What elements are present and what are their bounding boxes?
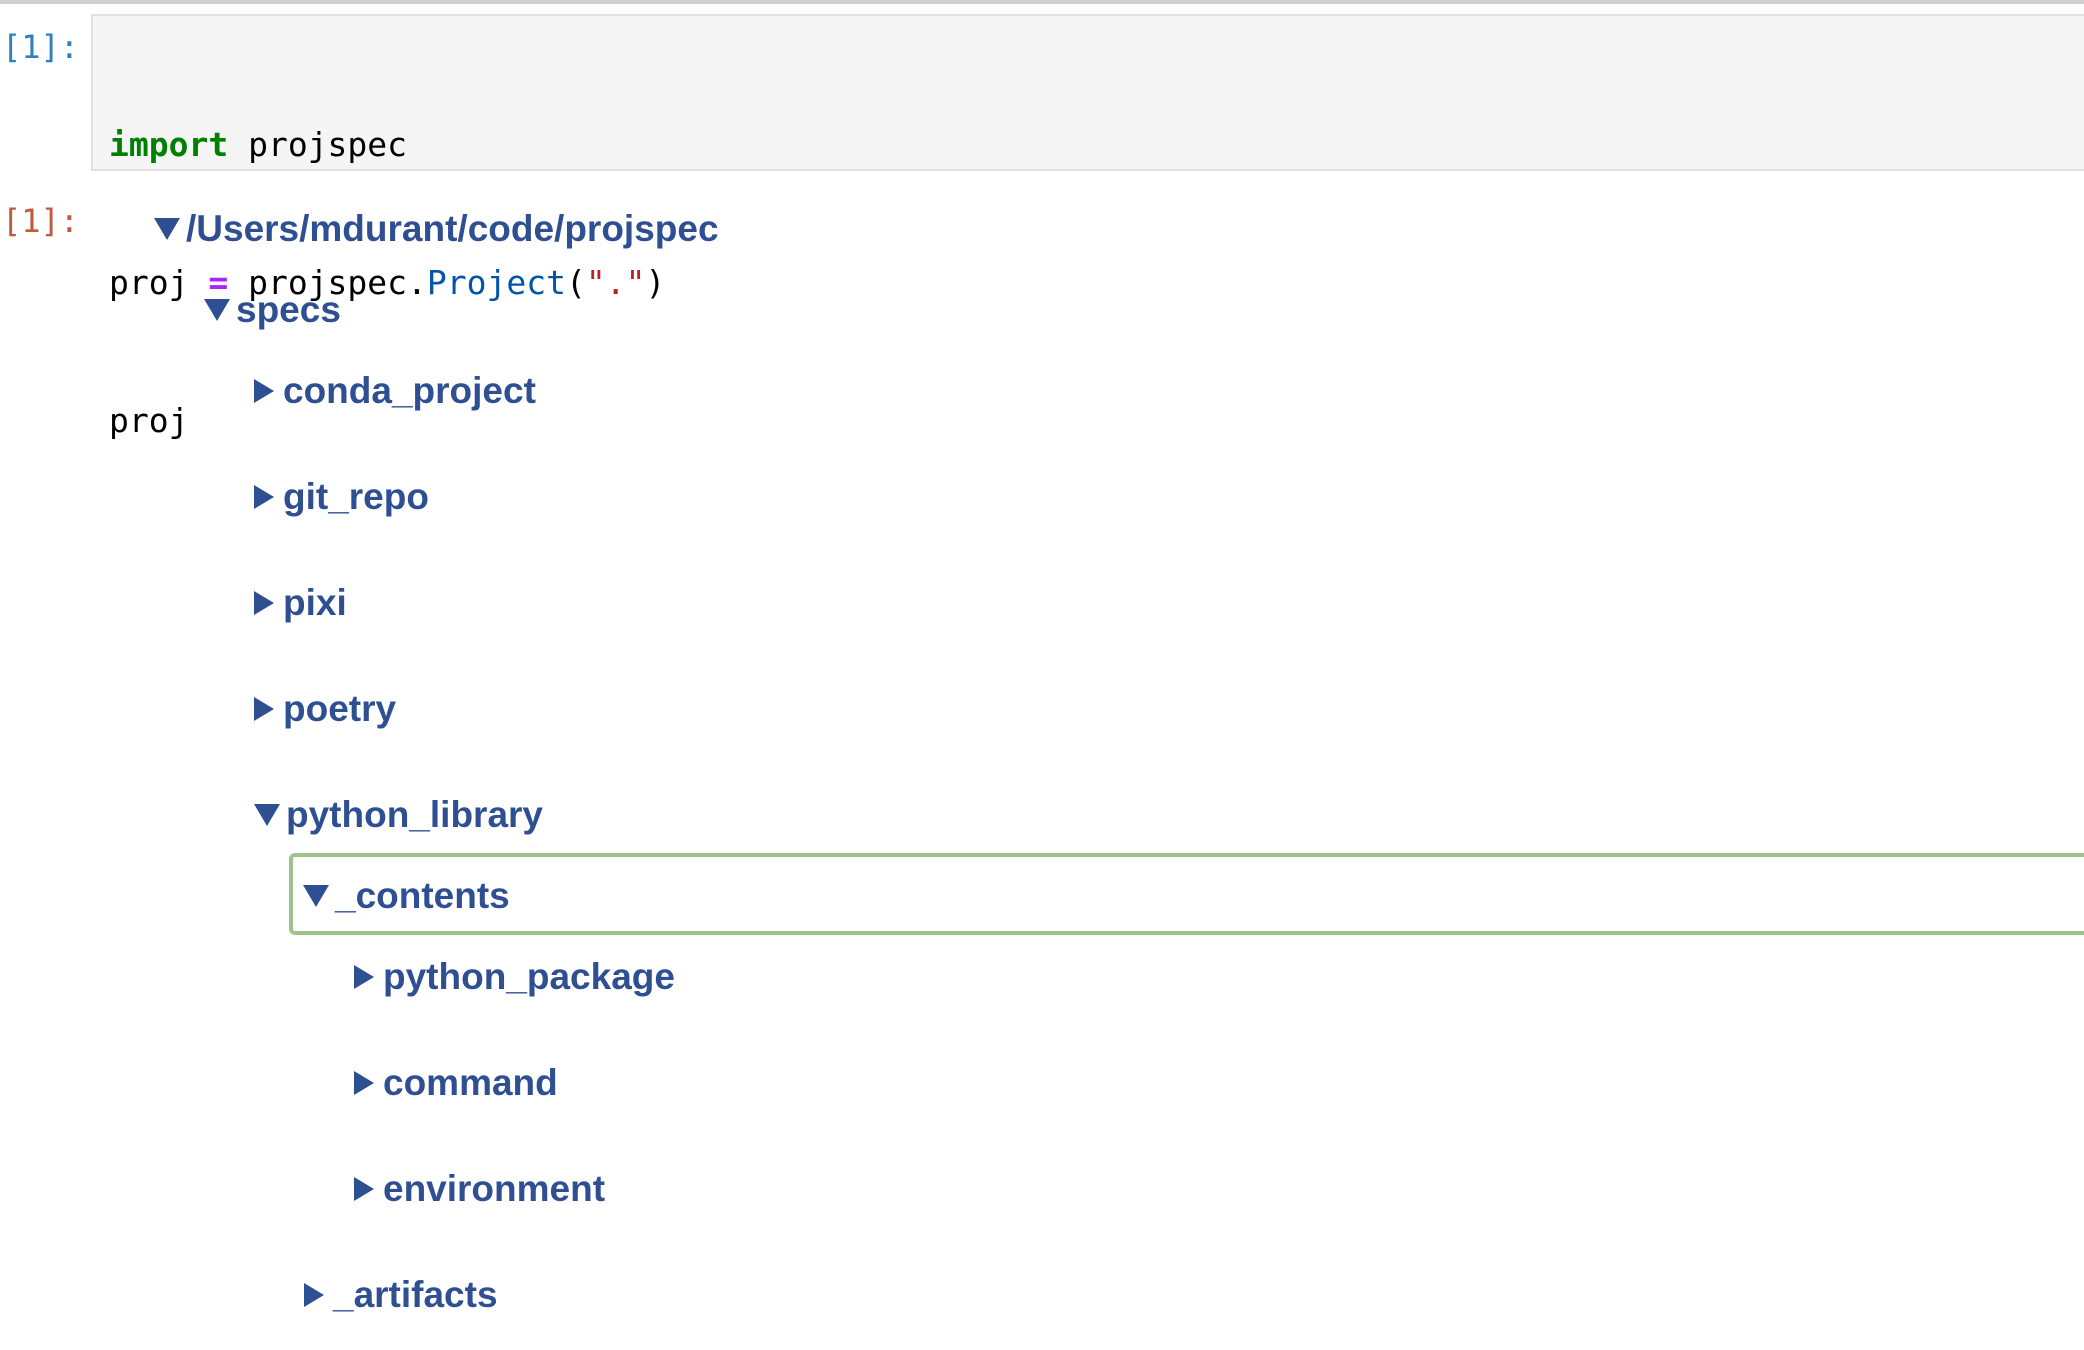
class-name: Project [426,263,566,302]
tree-node-pixi[interactable]: pixi [251,573,347,633]
module-name: projspec [228,125,408,164]
output-prompt: [1]: [2,202,80,240]
code-editor[interactable]: import projspec proj = projspec.Project(… [109,30,665,536]
caret-right-icon [254,591,274,615]
notebook-top-border [0,0,2084,4]
tree-node-git-repo[interactable]: git_repo [251,467,429,527]
caret-right-icon [354,1071,374,1095]
focused-node-outline [289,853,2084,935]
tree-node-poetry[interactable]: poetry [251,679,396,739]
code-line-1: import projspec [109,122,665,168]
caret-right-icon [254,697,274,721]
tree-node-label: environment [383,1168,606,1209]
input-prompt: [1]: [2,28,80,66]
tree-node-label: conda_project [283,370,536,411]
tree-node-contents[interactable]: _contents [303,866,510,926]
tree-node-python-library[interactable]: python_library [254,785,543,845]
code-cell[interactable]: import projspec proj = projspec.Project(… [91,14,2084,440]
keyword-import: import [109,125,229,164]
caret-down-icon [154,218,180,240]
caret-right-icon [354,1177,374,1201]
tree-node-specs[interactable]: specs [204,280,341,340]
variable-name: proj [109,263,209,302]
tree-node-conda-project[interactable]: conda_project [251,361,536,421]
caret-right-icon [254,379,274,403]
tree-node-command[interactable]: command [351,1053,558,1113]
tree-node-label: _contents [335,875,510,916]
tree-node-label: git_repo [283,476,429,517]
string-literal: "." [585,263,646,302]
paren-open: ( [565,263,586,302]
tree-node-label: poetry [283,688,397,729]
caret-right-icon [254,485,274,509]
caret-down-icon [204,299,230,321]
tree-node-label: command [383,1062,558,1103]
tree-node-environment[interactable]: environment [351,1159,605,1219]
tree-node-python-package[interactable]: python_package [351,947,675,1007]
caret-down-icon [254,804,280,826]
tree-node-label: _artifacts [333,1274,498,1315]
tree-node-root[interactable]: /Users/mdurant/code/projspec [154,199,719,259]
tree-node-artifacts[interactable]: _artifacts [301,1265,498,1325]
code-line-2: proj = projspec.Project(".") [109,260,665,306]
tree-node-label: python_library [286,794,543,835]
tree-node-label: specs [236,289,341,330]
expression: proj [109,401,189,440]
tree-node-label: python_package [383,956,675,997]
tree-node-label: pixi [283,582,347,623]
caret-right-icon [354,965,374,989]
caret-down-icon [303,885,329,907]
paren-close: ) [645,263,666,302]
caret-right-icon [304,1283,324,1307]
tree-node-label: /Users/mdurant/code/projspec [186,208,719,249]
